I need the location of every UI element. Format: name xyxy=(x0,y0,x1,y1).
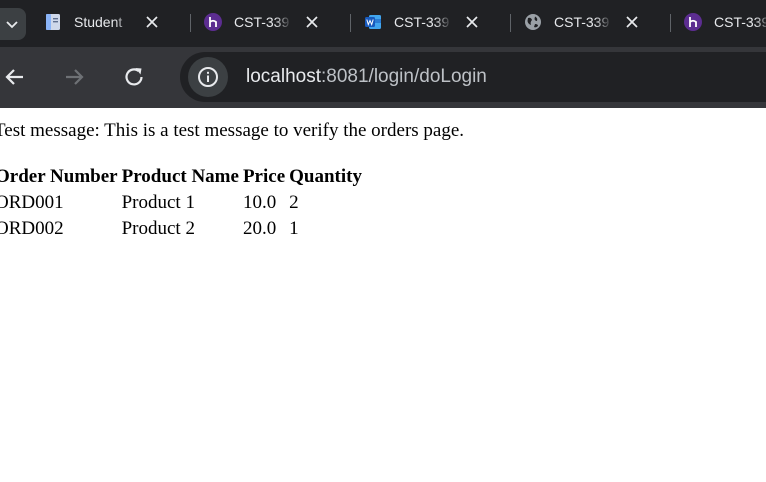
url-host: localhost xyxy=(246,66,321,87)
url-text[interactable]: localhost:8081/login/doLogin xyxy=(246,66,487,88)
tab-strip: Student CST-339 CST-339 CST-339 CST-339 xyxy=(0,0,766,47)
tab-cst-339[interactable]: CST-339 xyxy=(512,0,672,47)
tab-title: CST-339 xyxy=(234,14,290,30)
hedge-logo-icon xyxy=(684,13,702,31)
tab-student[interactable]: Student xyxy=(32,0,192,47)
test-message: Test message: This is a test message to … xyxy=(0,120,465,141)
column-header-price: Price xyxy=(242,166,286,187)
forward-arrow-icon[interactable] xyxy=(61,64,87,90)
reload-icon[interactable] xyxy=(121,64,147,90)
tab-title: CST-339 xyxy=(394,14,450,30)
tab-separator xyxy=(670,14,671,32)
price-cell: 10.0 xyxy=(242,192,277,213)
order-number-cell: ORD002 xyxy=(0,218,64,239)
column-header-quantity: Quantity xyxy=(289,166,362,187)
order-number-cell: ORD001 xyxy=(0,192,64,213)
page-content: Test message: This is a test message to … xyxy=(0,108,766,482)
table-row: ORD001 Product 1 10.0 2 xyxy=(0,191,363,215)
tab-separator xyxy=(190,14,191,32)
tab-separator xyxy=(350,14,351,32)
tab-cst-339[interactable]: CST-339 xyxy=(672,0,766,47)
tab-cst-339[interactable]: CST-339 xyxy=(192,0,352,47)
tab-search-button[interactable] xyxy=(0,8,26,40)
hedge-logo-icon xyxy=(204,13,222,31)
close-icon[interactable] xyxy=(625,15,639,29)
column-header-product-name: Product Name xyxy=(121,166,239,187)
orders-table: Order Number Product Name Price Quantity… xyxy=(0,163,365,243)
globe-icon xyxy=(525,14,541,30)
product-name-cell: Product 2 xyxy=(121,218,195,239)
quantity-cell: 1 xyxy=(289,218,299,239)
tab-title: CST-339 xyxy=(554,14,610,30)
table-row: ORD002 Product 2 20.0 1 xyxy=(0,217,363,241)
close-icon[interactable] xyxy=(145,15,159,29)
chevron-down-icon xyxy=(6,21,18,29)
quantity-cell: 2 xyxy=(289,192,299,213)
column-header-order-number: Order Number xyxy=(0,166,118,187)
tab-separator xyxy=(510,14,511,32)
tab-cst-339[interactable]: CST-339 xyxy=(352,0,512,47)
table-header-row: Order Number Product Name Price Quantity xyxy=(0,165,363,189)
tab-title: Student xyxy=(74,14,123,30)
site-info-button[interactable] xyxy=(188,57,228,97)
address-bar[interactable]: localhost:8081/login/doLogin xyxy=(180,52,766,102)
word-icon xyxy=(365,15,381,29)
browser-toolbar: localhost:8081/login/doLogin xyxy=(0,47,766,108)
tab-title: CST-339 xyxy=(714,14,766,30)
document-icon xyxy=(46,14,60,30)
close-icon[interactable] xyxy=(305,15,319,29)
info-icon xyxy=(198,67,218,87)
url-path: :8081/login/doLogin xyxy=(321,66,487,87)
close-icon[interactable] xyxy=(465,15,479,29)
price-cell: 20.0 xyxy=(242,218,277,239)
back-arrow-icon[interactable] xyxy=(2,64,28,90)
product-name-cell: Product 1 xyxy=(121,192,195,213)
